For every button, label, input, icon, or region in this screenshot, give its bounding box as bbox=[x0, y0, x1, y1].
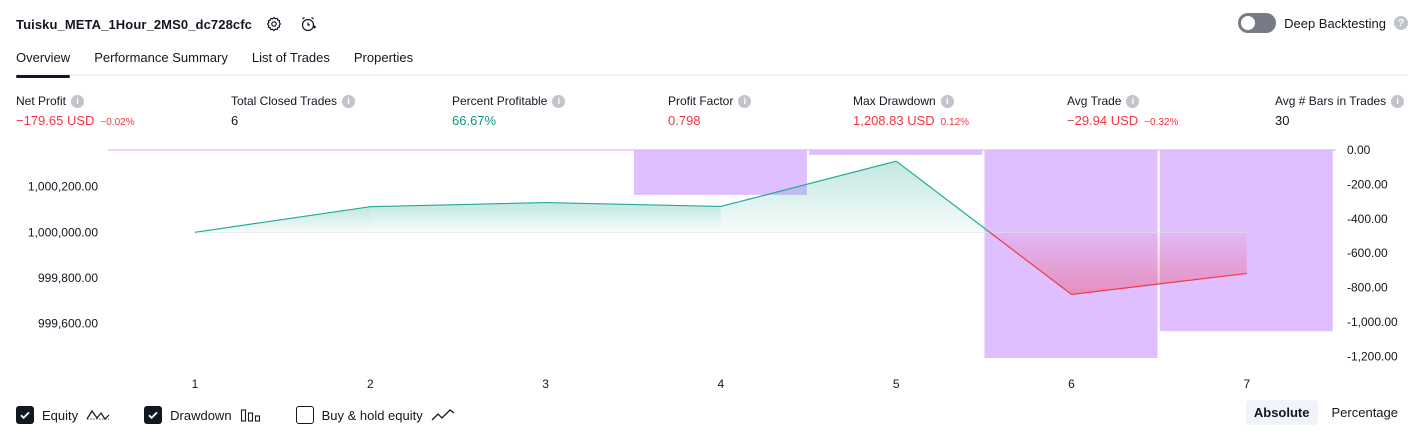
metric-avg-trade: Avg Trade i −29.94 USD −0.32% bbox=[1067, 93, 1178, 128]
add-alert-clock-icon[interactable] bbox=[296, 12, 320, 36]
metric-profit-factor: Profit Factor i 0.798 bbox=[668, 93, 752, 128]
x-axis-tick-label: 2 bbox=[367, 377, 374, 391]
metric-net-profit: Net Profit i −179.65 USD −0.02% bbox=[16, 93, 135, 128]
metric-label: Avg # Bars in Trades bbox=[1275, 94, 1387, 108]
equity-line-icon bbox=[86, 408, 110, 422]
metric-value: 0.798 bbox=[668, 113, 701, 128]
metric-percent: −0.32% bbox=[1144, 117, 1179, 128]
x-axis-tick-label: 7 bbox=[1243, 377, 1250, 391]
right-axis-tick-label: 0.00 bbox=[1347, 143, 1371, 157]
checkbox-unchecked-icon[interactable] bbox=[295, 406, 314, 424]
right-axis-tick-label: -600.00 bbox=[1347, 246, 1388, 260]
legend-buy-hold-equity[interactable]: Buy & hold equity bbox=[295, 406, 455, 424]
metric-value: 66.67% bbox=[452, 113, 497, 128]
checkbox-checked-icon[interactable] bbox=[144, 406, 163, 424]
metric-avg-bars-in-trades: Avg # Bars in Trades i 30 bbox=[1275, 93, 1405, 128]
percentage-button[interactable]: Percentage bbox=[1324, 400, 1407, 425]
right-axis-tick-label: -800.00 bbox=[1347, 281, 1388, 295]
metric-label: Profit Factor bbox=[668, 94, 734, 108]
right-axis-tick-label: -1,200.00 bbox=[1347, 349, 1398, 363]
left-axis-tick-label: 1,000,200.00 bbox=[28, 180, 98, 194]
left-axis-tick-label: 999,600.00 bbox=[38, 317, 98, 331]
equity-drawdown-chart[interactable]: 1,000,200.00 1,000,000.00 999,800.00 999,60… bbox=[0, 138, 1424, 400]
absolute-button[interactable]: Absolute bbox=[1245, 400, 1318, 425]
legend-label: Equity bbox=[42, 407, 79, 423]
info-icon[interactable]: i bbox=[552, 94, 566, 108]
left-axis-tick-label: 999,800.00 bbox=[38, 271, 98, 285]
right-axis-tick-label: -1,000.00 bbox=[1347, 315, 1398, 329]
metric-value: 30 bbox=[1275, 113, 1290, 128]
deep-backtesting-toggle[interactable] bbox=[1238, 13, 1277, 33]
tab-overview[interactable]: Overview bbox=[16, 46, 71, 78]
info-icon[interactable]: i bbox=[1391, 94, 1405, 108]
metric-percent: −0.02% bbox=[100, 117, 135, 128]
x-axis-tick-label: 6 bbox=[1068, 377, 1075, 391]
metric-value: −179.65 USD bbox=[16, 113, 95, 128]
info-icon[interactable]: i bbox=[71, 94, 85, 108]
buy-hold-line-icon bbox=[431, 408, 455, 422]
metric-label: Percent Profitable bbox=[452, 94, 548, 108]
metric-max-drawdown: Max Drawdown i 1,208.83 USD 0.12% bbox=[853, 93, 969, 128]
metric-total-closed-trades: Total Closed Trades i 6 bbox=[231, 93, 356, 128]
legend-label: Drawdown bbox=[170, 407, 232, 423]
metric-value: 1,208.83 USD bbox=[853, 113, 935, 128]
equity-gain-area bbox=[370, 202, 546, 233]
help-question-icon[interactable]: ? bbox=[1394, 16, 1408, 30]
metric-percent: 0.12% bbox=[940, 117, 970, 128]
chart-legend: Equity Drawdown Buy & hold equity bbox=[16, 404, 455, 426]
metric-value: 6 bbox=[231, 113, 239, 128]
metrics-row: Net Profit i −179.65 USD −0.02% Total Clos… bbox=[16, 93, 1424, 133]
right-axis-tick-label: -200.00 bbox=[1347, 177, 1388, 191]
settings-gear-icon[interactable] bbox=[262, 12, 286, 36]
tab-performance-summary[interactable]: Performance Summary bbox=[94, 46, 228, 76]
info-icon[interactable]: i bbox=[738, 94, 752, 108]
tab-properties[interactable]: Properties bbox=[354, 46, 413, 76]
tab-list-of-trades[interactable]: List of Trades bbox=[252, 46, 330, 76]
x-axis-tick-label: 1 bbox=[192, 377, 199, 391]
strategy-name: Tuisku_META_1Hour_2MS0_dc728cfc bbox=[16, 16, 252, 32]
metric-label: Total Closed Trades bbox=[231, 94, 338, 108]
checkbox-checked-icon[interactable] bbox=[16, 406, 34, 424]
metric-label: Net Profit bbox=[16, 94, 67, 108]
report-tabs: Overview Performance Summary List of Tra… bbox=[16, 46, 1408, 78]
drawdown-bar bbox=[633, 150, 807, 195]
legend-label: Buy & hold equity bbox=[321, 407, 423, 423]
legend-drawdown[interactable]: Drawdown bbox=[144, 406, 261, 424]
metric-label: Avg Trade bbox=[1067, 94, 1122, 108]
legend-equity[interactable]: Equity bbox=[16, 406, 110, 424]
drawdown-bar bbox=[809, 150, 983, 155]
deep-backtesting-label: Deep Backtesting bbox=[1284, 15, 1386, 31]
strategy-header: Tuisku_META_1Hour_2MS0_dc728cfc bbox=[16, 12, 320, 36]
left-axis-tick-label: 1,000,000.00 bbox=[28, 225, 98, 239]
view-mode-switch: Absolute Percentage bbox=[1245, 400, 1407, 425]
metric-label: Max Drawdown bbox=[853, 94, 936, 108]
deep-backtesting-control: Deep Backtesting ? bbox=[1238, 13, 1408, 33]
right-axis-tick-label: -400.00 bbox=[1347, 212, 1388, 226]
metric-value: −29.94 USD bbox=[1067, 113, 1139, 128]
x-axis-tick-label: 3 bbox=[542, 377, 549, 391]
info-icon[interactable]: i bbox=[342, 94, 356, 108]
equity-gain-area bbox=[545, 202, 721, 233]
metric-percent-profitable: Percent Profitable i 66.67% bbox=[452, 93, 566, 128]
info-icon[interactable]: i bbox=[940, 94, 954, 108]
x-axis-tick-label: 5 bbox=[893, 377, 900, 391]
drawdown-bars-icon bbox=[240, 408, 262, 422]
x-axis-tick-label: 4 bbox=[718, 377, 725, 391]
info-icon[interactable]: i bbox=[1126, 94, 1140, 108]
